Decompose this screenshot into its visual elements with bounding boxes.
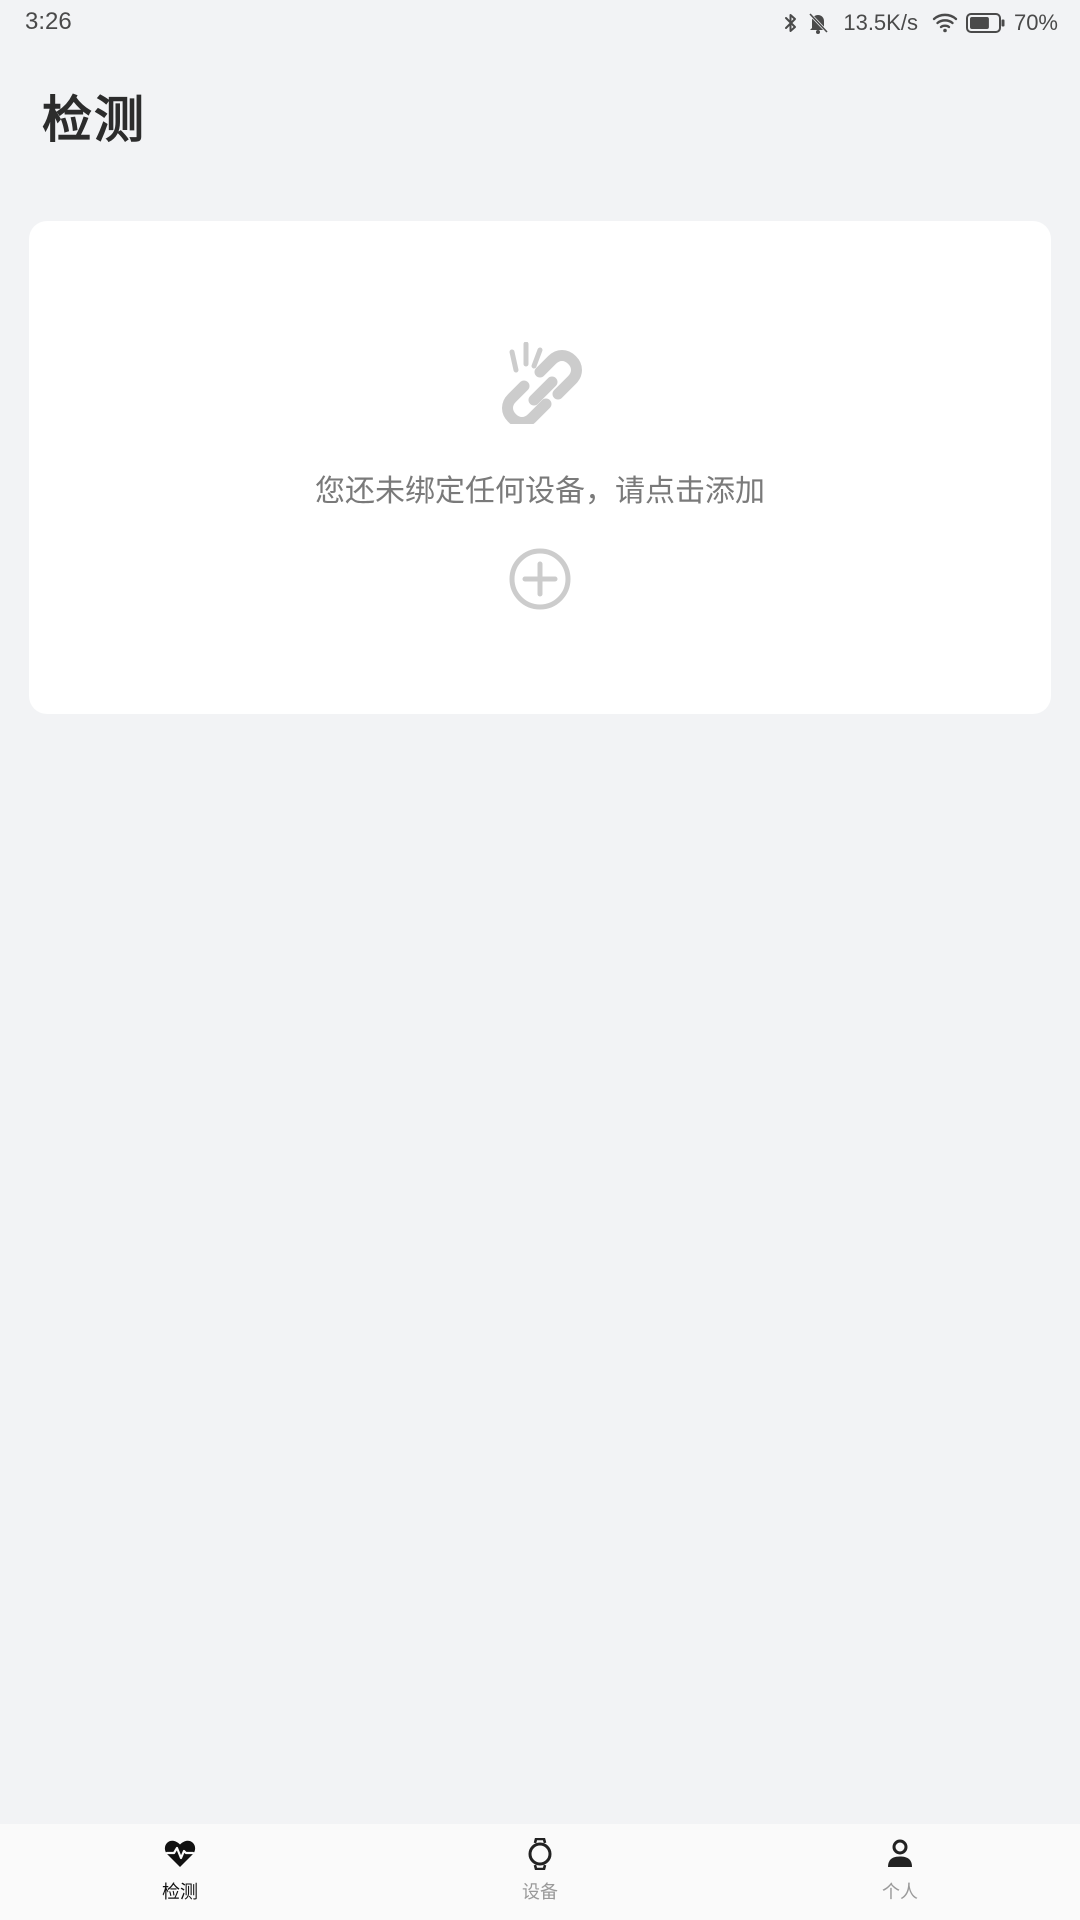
status-icons: 13.5K/s 70% bbox=[783, 8, 1058, 38]
status-time: 3:26 bbox=[25, 8, 72, 35]
bluetooth-icon bbox=[783, 11, 799, 35]
person-icon bbox=[884, 1838, 916, 1870]
tab-label: 个人 bbox=[882, 1882, 918, 1903]
tab-devices[interactable]: 设备 bbox=[440, 1824, 640, 1920]
status-bar: 3:26 13.5K/s 70% bbox=[0, 0, 1080, 48]
network-speed: 13.5K/s bbox=[843, 10, 918, 35]
tab-profile[interactable]: 个人 bbox=[800, 1824, 1000, 1920]
battery-icon bbox=[965, 12, 1006, 34]
tab-detect[interactable]: 检测 bbox=[80, 1824, 280, 1920]
tab-label: 设备 bbox=[522, 1882, 558, 1903]
empty-devices-message: 您还未绑定任何设备，请点击添加 bbox=[315, 474, 765, 509]
heart-pulse-icon bbox=[164, 1838, 196, 1870]
broken-link-icon bbox=[490, 341, 590, 428]
bottom-tab-bar: 检测 设备 个人 bbox=[0, 1824, 1080, 1920]
wifi-icon bbox=[932, 12, 958, 34]
page-title: 检测 bbox=[42, 91, 146, 149]
battery-percent: 70% bbox=[1013, 10, 1058, 35]
plus-circle-icon bbox=[509, 548, 571, 610]
tab-label: 检测 bbox=[162, 1882, 198, 1903]
bell-off-icon bbox=[807, 11, 829, 35]
add-device-button[interactable] bbox=[508, 547, 572, 611]
watch-icon bbox=[524, 1837, 556, 1871]
